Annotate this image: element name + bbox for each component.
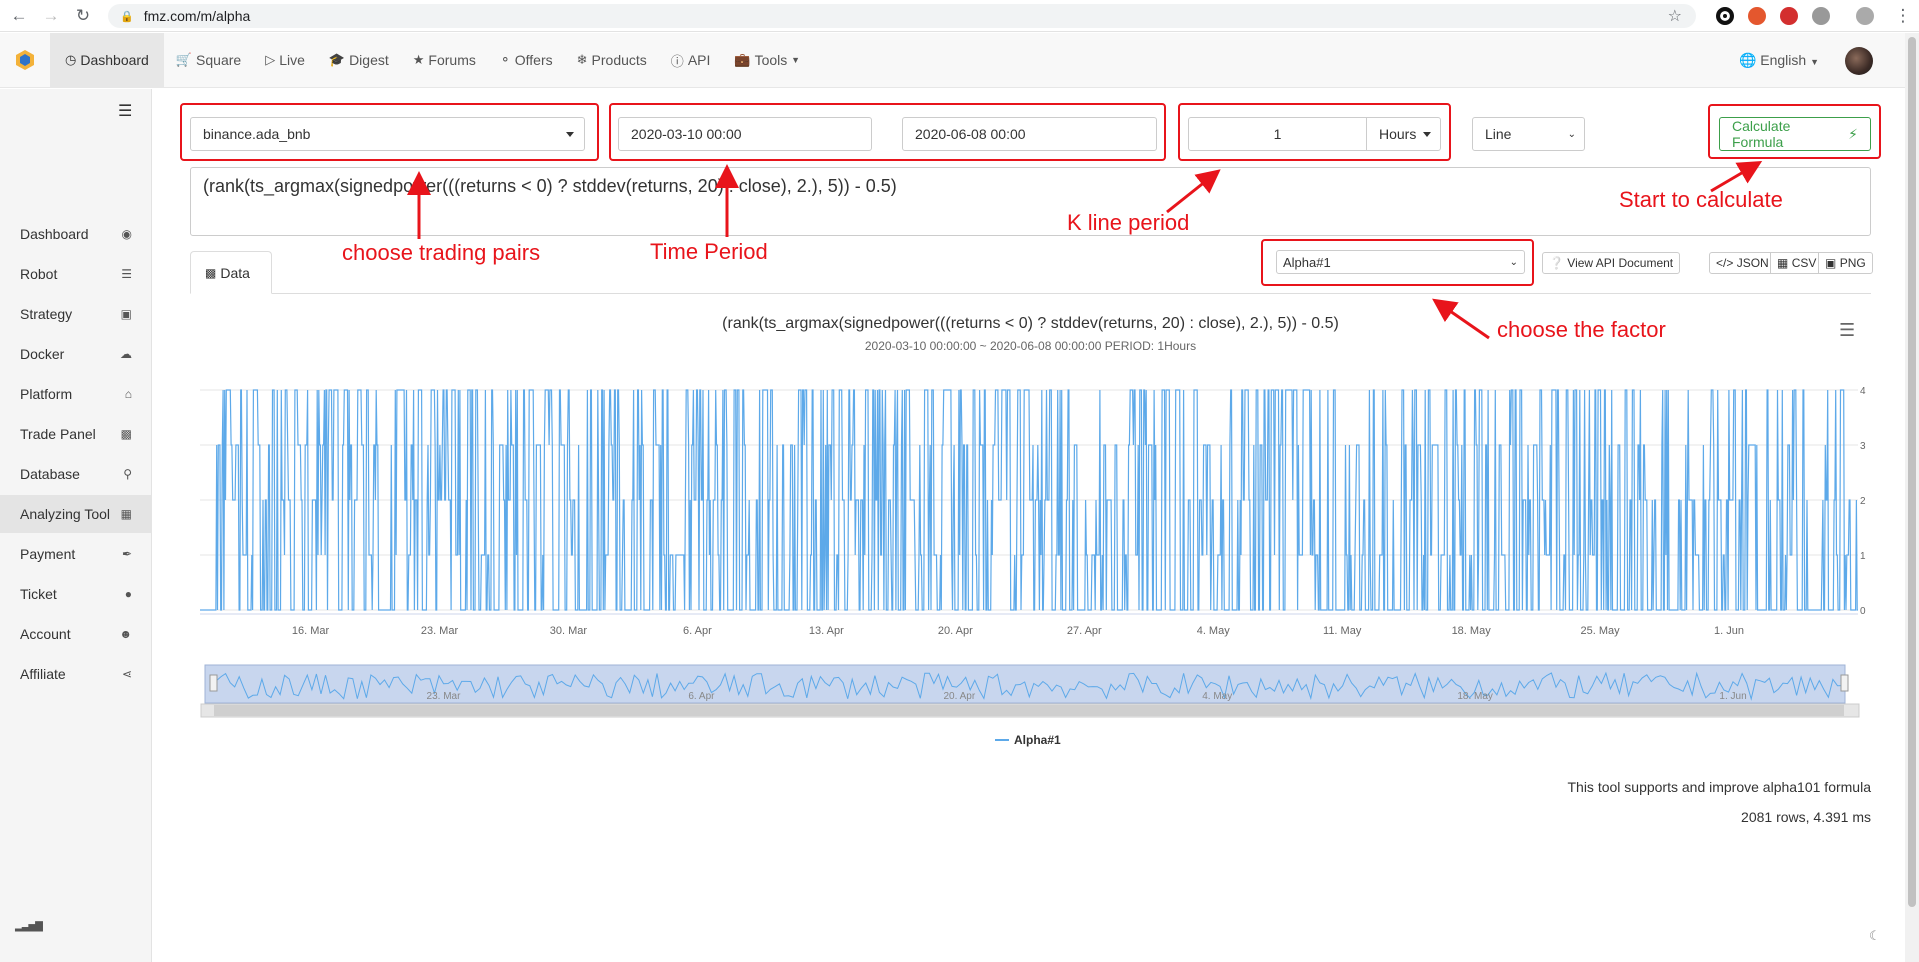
x-tick-label: 23. Mar xyxy=(421,625,459,637)
x-tick-label: 16. Mar xyxy=(292,625,330,637)
x-tick-label: 6. Apr xyxy=(683,625,712,637)
y-tick-label: 0 xyxy=(1860,606,1866,617)
navigator-tick-label: 18. May xyxy=(1457,691,1493,702)
footer-stats: 2081 rows, 4.391 ms xyxy=(1741,809,1871,825)
alpha-line-chart: 0 1 2 3 4 16. Mar 23. Mar 30. Mar 6. Apr 13. Apr 2… xyxy=(200,386,1866,718)
y-tick-label: 4 xyxy=(1860,386,1866,397)
x-tick-label: 13. Apr xyxy=(809,625,844,637)
navigator-handle-right xyxy=(1840,674,1849,692)
navigator-tick-label: 4. May xyxy=(1202,691,1232,702)
navigator-scrollbar-thumb xyxy=(214,705,1844,716)
y-tick-label: 3 xyxy=(1860,441,1866,452)
moon-icon[interactable]: ☾ xyxy=(1869,928,1881,944)
chart-legend[interactable]: Alpha#1 xyxy=(995,733,1061,747)
scrollbar-thumb[interactable] xyxy=(1908,37,1916,907)
bar-chart-icon: ▩ xyxy=(205,265,217,280)
tab-data-label: Data xyxy=(220,264,250,281)
navigator-tick-label: 6. Apr xyxy=(688,691,715,702)
x-tick-label: 27. Apr xyxy=(1067,625,1102,637)
x-tick-label: 1. Jun xyxy=(1714,625,1744,637)
footer-note: This tool supports and improve alpha101 … xyxy=(1567,779,1871,795)
x-tick-label: 11. May xyxy=(1323,625,1362,637)
x-tick-label: 20. Apr xyxy=(938,625,973,637)
x-tick-label: 30. Mar xyxy=(550,625,588,637)
x-tick-label: 25. May xyxy=(1581,625,1621,637)
navigator-handle-left xyxy=(209,674,218,692)
page-scrollbar[interactable] xyxy=(1905,33,1919,962)
tab-data[interactable]: ▩ Data xyxy=(190,251,272,294)
x-tick-label: 4. May xyxy=(1197,625,1231,637)
x-tick-label: 18. May xyxy=(1452,625,1492,637)
y-tick-label: 2 xyxy=(1860,496,1866,507)
y-tick-label: 1 xyxy=(1860,551,1866,562)
navigator-tick-label: 1. Jun xyxy=(1719,691,1746,702)
navigator-tick-label: 23. Mar xyxy=(427,691,462,702)
legend-label: Alpha#1 xyxy=(1014,733,1061,747)
navigator-tick-label: 20. Apr xyxy=(943,691,975,702)
legend-swatch xyxy=(995,739,1009,741)
